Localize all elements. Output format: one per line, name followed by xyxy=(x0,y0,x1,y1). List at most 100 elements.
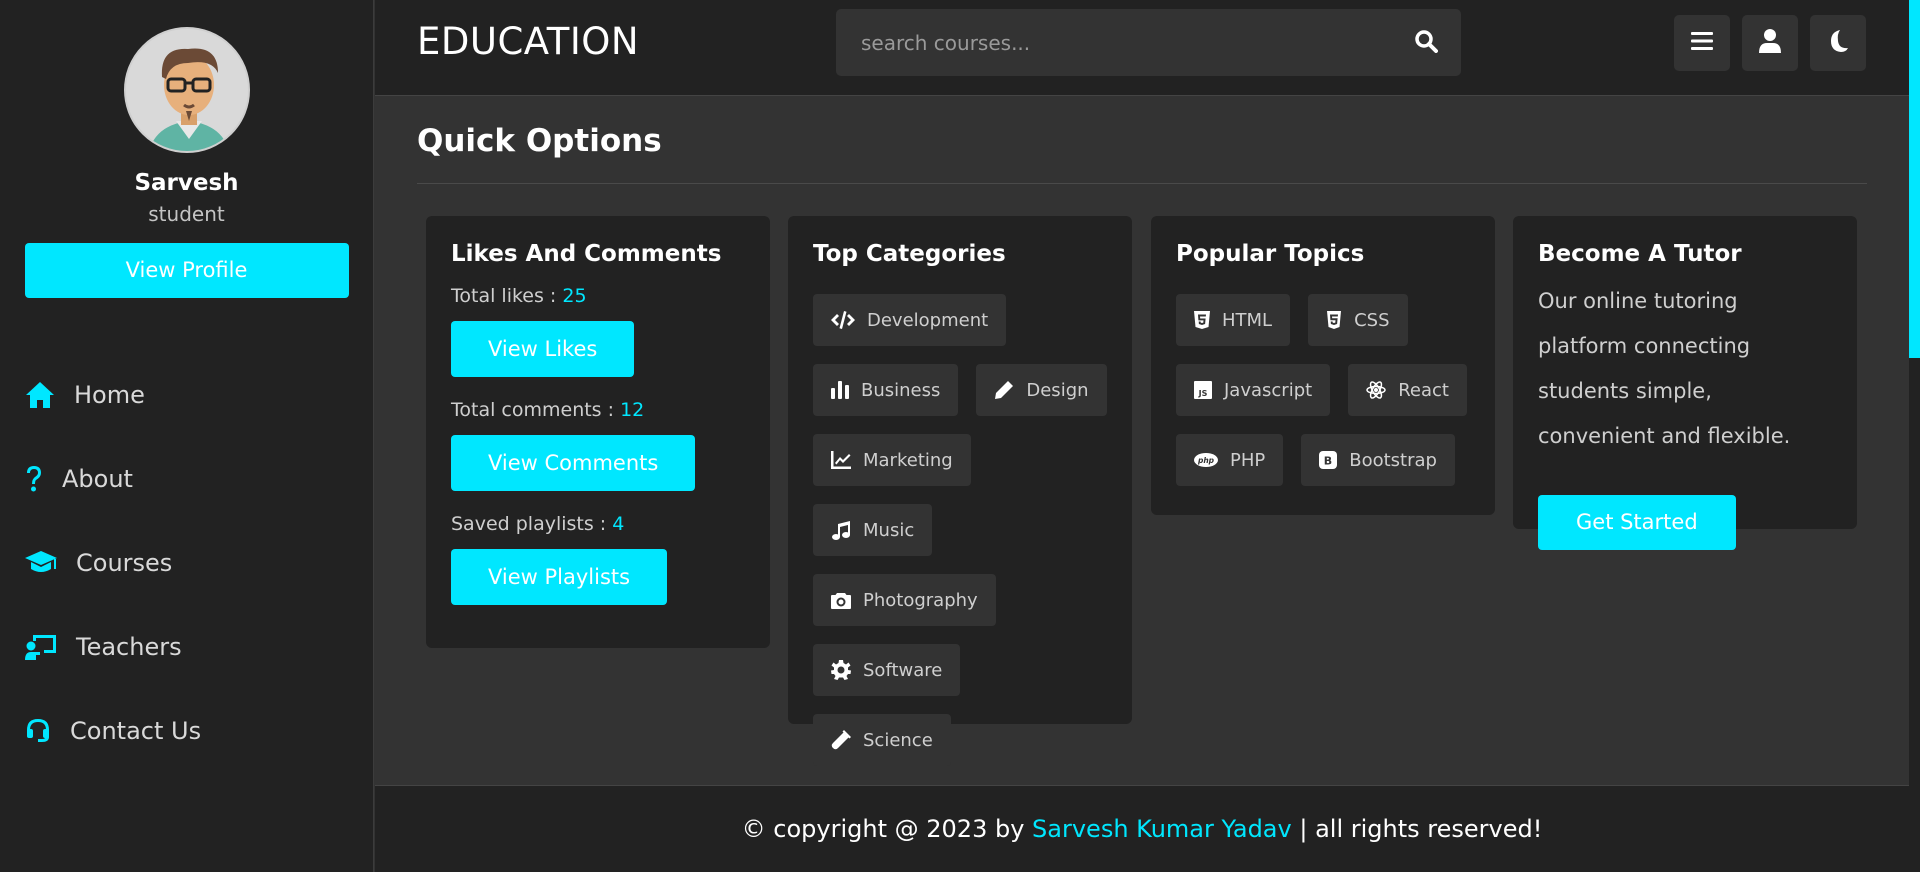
cog-icon xyxy=(831,660,851,680)
stat-value: 25 xyxy=(562,285,587,307)
tag-label: Bootstrap xyxy=(1349,449,1437,471)
view-comments-button[interactable]: View Comments xyxy=(451,435,696,491)
chart-line-icon xyxy=(831,451,851,469)
tag-javascript[interactable]: JS Javascript xyxy=(1176,364,1331,416)
php-icon: php xyxy=(1194,453,1218,467)
react-icon xyxy=(1366,381,1386,399)
tag-label: Science xyxy=(863,729,933,751)
user-icon xyxy=(1759,29,1781,57)
total-comments-stat: Total comments : 12 xyxy=(451,399,745,421)
sidebar-item-about[interactable]: About xyxy=(0,437,373,521)
svg-text:php: php xyxy=(1197,456,1215,465)
menu-icon xyxy=(1691,31,1713,55)
headset-icon xyxy=(24,715,52,747)
bootstrap-icon: B xyxy=(1319,451,1338,469)
tag-label: Marketing xyxy=(863,449,953,471)
tag-science[interactable]: Science xyxy=(813,714,951,766)
view-playlists-button[interactable]: View Playlists xyxy=(451,549,668,605)
card-title: Popular Topics xyxy=(1176,241,1365,267)
tag-music[interactable]: Music xyxy=(813,504,933,556)
sidebar-item-label: Home xyxy=(74,381,145,409)
tag-html[interactable]: HTML xyxy=(1176,294,1291,346)
sidebar-item-label: Contact Us xyxy=(70,717,202,745)
code-icon xyxy=(831,311,855,329)
footer-copyright: © copyright @ 2023 by xyxy=(741,815,1033,843)
saved-playlists-stat: Saved playlists : 4 xyxy=(451,513,745,535)
vial-icon xyxy=(831,730,851,750)
sidebar-item-home[interactable]: Home xyxy=(0,353,373,437)
card-title: Top Categories xyxy=(813,241,1006,267)
sidebar-item-label: Teachers xyxy=(76,633,182,661)
become-tutor-card: Become A Tutor Our online tutoring platf… xyxy=(1513,216,1857,550)
sidebar-item-label: Courses xyxy=(76,549,173,577)
css3-icon xyxy=(1327,311,1342,329)
tag-software[interactable]: Software xyxy=(813,644,961,696)
popular-topics-card: Popular Topics HTML CSS JS Javascript Re… xyxy=(1151,216,1495,515)
menu-button[interactable] xyxy=(1674,15,1730,71)
tag-development[interactable]: Development xyxy=(813,294,1007,346)
footer: © copyright @ 2023 by Sarvesh Kumar Yada… xyxy=(375,785,1909,872)
scrollbar-thumb[interactable] xyxy=(1909,0,1920,358)
top-categories-card: Top Categories Development Business Desi… xyxy=(788,216,1132,766)
graduation-cap-icon xyxy=(24,547,58,579)
question-icon xyxy=(24,463,44,495)
sidebar: Sarvesh student View Profile Home About … xyxy=(0,0,374,872)
tag-marketing[interactable]: Marketing xyxy=(813,434,971,486)
get-started-button[interactable]: Get Started xyxy=(1538,495,1736,550)
total-likes-stat: Total likes : 25 xyxy=(451,285,745,307)
user-button[interactable] xyxy=(1742,15,1798,71)
logo[interactable]: EDUCATION xyxy=(417,20,639,63)
pen-icon xyxy=(995,381,1014,399)
sidebar-item-teachers[interactable]: Teachers xyxy=(0,605,373,689)
tag-label: Software xyxy=(863,659,943,681)
avatar[interactable] xyxy=(123,27,250,153)
sidebar-item-courses[interactable]: Courses xyxy=(0,521,373,605)
main-content: Quick Options Likes And Comments Total l… xyxy=(375,97,1909,785)
stat-label: Saved playlists : xyxy=(451,513,613,535)
tag-label: PHP xyxy=(1230,449,1266,471)
search-button[interactable] xyxy=(1391,9,1461,76)
tag-business[interactable]: Business xyxy=(813,364,959,416)
stat-label: Total likes : xyxy=(451,285,563,307)
tag-php[interactable]: php PHP xyxy=(1176,434,1284,486)
svg-text:JS: JS xyxy=(1198,389,1208,398)
chart-bar-icon xyxy=(831,381,849,399)
moon-icon xyxy=(1827,29,1849,57)
footer-rights: | all rights reserved! xyxy=(1291,815,1543,843)
stat-value: 4 xyxy=(612,513,625,535)
sidebar-nav: Home About Courses Teachers Contact Us xyxy=(0,353,373,773)
tag-label: Business xyxy=(861,379,941,401)
view-likes-button[interactable]: View Likes xyxy=(451,321,635,377)
topic-tags: HTML CSS JS Javascript React php PHP B B… xyxy=(1176,294,1470,486)
stat-label: Total comments : xyxy=(451,399,621,421)
scrollbar[interactable] xyxy=(1909,0,1920,872)
tag-bootstrap[interactable]: B Bootstrap xyxy=(1301,434,1455,486)
view-profile-button[interactable]: View Profile xyxy=(24,243,349,298)
footer-author-link[interactable]: Sarvesh Kumar Yadav xyxy=(1032,815,1292,843)
tag-design[interactable]: Design xyxy=(976,364,1107,416)
svg-text:B: B xyxy=(1324,455,1332,468)
tag-photography[interactable]: Photography xyxy=(813,574,996,626)
search-input[interactable] xyxy=(836,30,1391,55)
sidebar-item-contact[interactable]: Contact Us xyxy=(0,689,373,773)
tag-label: React xyxy=(1398,379,1449,401)
js-icon: JS xyxy=(1194,381,1212,399)
profile-name: Sarvesh xyxy=(134,170,239,196)
tag-label: Javascript xyxy=(1224,379,1313,401)
tag-label: Development xyxy=(867,309,989,331)
divider xyxy=(417,183,1867,184)
theme-toggle-button[interactable] xyxy=(1810,15,1866,71)
tag-label: Design xyxy=(1026,379,1089,401)
tag-react[interactable]: React xyxy=(1348,364,1467,416)
stat-value: 12 xyxy=(620,399,645,421)
chalkboard-teacher-icon xyxy=(24,631,58,663)
camera-icon xyxy=(831,593,851,609)
tag-css[interactable]: CSS xyxy=(1308,294,1408,346)
header: EDUCATION xyxy=(375,0,1909,96)
tag-label: HTML xyxy=(1222,309,1273,331)
tag-label: Photography xyxy=(863,589,978,611)
likes-comments-card: Likes And Comments Total likes : 25 View… xyxy=(426,216,770,648)
section-title: Quick Options xyxy=(417,123,662,159)
card-title: Become A Tutor xyxy=(1538,241,1742,267)
profile-section: Sarvesh student View Profile xyxy=(0,0,373,298)
